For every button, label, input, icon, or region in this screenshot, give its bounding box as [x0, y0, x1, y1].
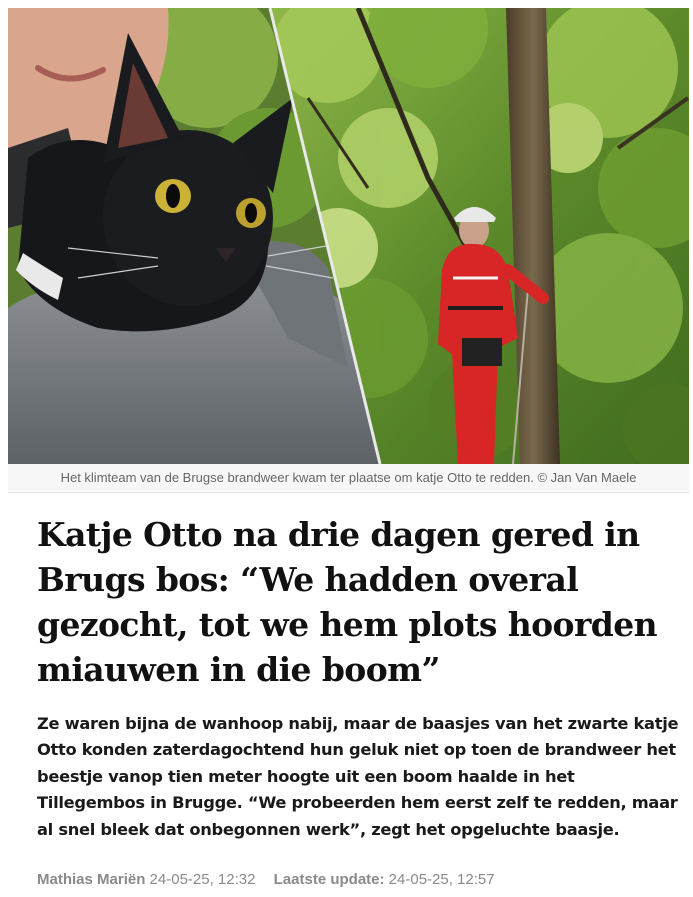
update-label: Laatste update:	[273, 871, 385, 888]
hero-photo[interactable]	[8, 8, 689, 464]
author-link[interactable]: Mathias Mariën	[37, 871, 145, 888]
update-date: 24-05-25, 12:57	[388, 871, 495, 888]
publish-date: 24-05-25, 12:32	[149, 871, 256, 888]
article-page: Het klimteam van de Brugse brandweer kwa…	[0, 0, 693, 897]
photo-caption: Het klimteam van de Brugse brandweer kwa…	[8, 464, 689, 493]
article-headline: Katje Otto na drie dagen gered in Brugs …	[37, 515, 658, 689]
article-lead: Ze waren bijna de wanhoop nabij, maar de…	[37, 714, 679, 839]
article-meta: Mathias Mariën 24-05-25, 12:32 Laatste u…	[37, 870, 677, 890]
